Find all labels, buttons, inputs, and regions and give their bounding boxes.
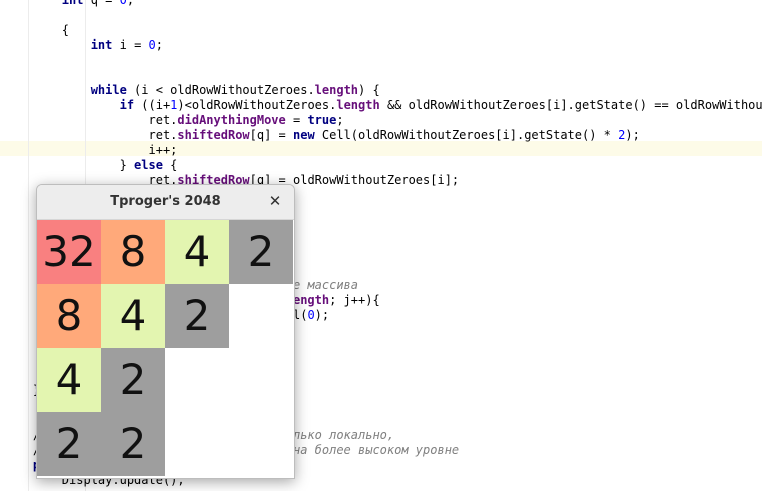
code-token: ((i+ bbox=[134, 98, 171, 112]
code-token: 0 bbox=[307, 308, 315, 322]
tile-empty bbox=[229, 412, 293, 476]
code-token: } bbox=[4, 383, 41, 397]
tile-2: 2 bbox=[101, 348, 165, 412]
code-line: while (i < oldRowWithoutZeroes.length) { bbox=[4, 83, 380, 98]
code-line: if ((i+1)<oldRowWithoutZeroes.length && … bbox=[4, 98, 762, 113]
code-token: if bbox=[119, 98, 135, 112]
code-line: } bbox=[4, 383, 40, 398]
code-token: ; bbox=[336, 113, 344, 127]
code-token: ); bbox=[625, 128, 640, 142]
close-icon[interactable]: ✕ bbox=[264, 190, 286, 212]
code-token: ); bbox=[314, 308, 330, 322]
indent-guide bbox=[28, 0, 29, 491]
tile-empty bbox=[229, 348, 293, 412]
code-token: shiftedRow bbox=[177, 128, 250, 142]
game-board: 32 8 4 2 8 4 2 4 2 2 2 bbox=[37, 220, 293, 476]
code-token: е массива bbox=[292, 278, 359, 292]
tile-2: 2 bbox=[229, 220, 293, 284]
code-token: = bbox=[285, 113, 308, 127]
code-token: 0 bbox=[148, 38, 156, 52]
window-title: Tproger's 2048 bbox=[110, 194, 221, 209]
tile-4: 4 bbox=[101, 284, 165, 348]
code-line: i++; bbox=[4, 143, 177, 158]
tile-8: 8 bbox=[37, 284, 101, 348]
code-token: лько локально, bbox=[292, 428, 395, 442]
code-line: { bbox=[4, 23, 69, 38]
code-token: && oldRowWithoutZeroes[i].getState() == … bbox=[379, 98, 762, 112]
code-token: new bbox=[293, 128, 315, 142]
code-token: length bbox=[314, 83, 359, 97]
tile-2: 2 bbox=[165, 284, 229, 348]
game-window: Tproger's 2048 ✕ 32 8 4 2 8 4 2 4 2 2 2 bbox=[36, 184, 295, 479]
code-token: didAnythingMove bbox=[177, 113, 286, 127]
tile-empty bbox=[165, 348, 229, 412]
code-token: 0 bbox=[119, 0, 127, 7]
code-token: ; j++){ bbox=[329, 293, 380, 307]
code-token: ; bbox=[155, 38, 163, 52]
code-token: } bbox=[4, 158, 135, 172]
code-token: Cell(oldRowWithoutZeroes[i].getState() * bbox=[314, 128, 619, 142]
code-token: i = bbox=[112, 38, 149, 52]
code-token: ret. bbox=[4, 113, 178, 127]
tile-4: 4 bbox=[37, 348, 101, 412]
code-token: q = bbox=[83, 0, 120, 7]
code-token: true bbox=[307, 113, 337, 127]
tile-empty bbox=[229, 284, 293, 348]
code-line: ret.shiftedRow[q] = new Cell(oldRowWitho… bbox=[4, 128, 640, 143]
code-token: i++; bbox=[4, 143, 178, 157]
code-line: } else { bbox=[4, 158, 178, 173]
window-titlebar[interactable]: Tproger's 2048 ✕ bbox=[37, 185, 294, 220]
code-token: ength bbox=[292, 293, 330, 307]
code-token: (i < oldRowWithoutZeroes. bbox=[126, 83, 315, 97]
tile-8: 8 bbox=[101, 220, 165, 284]
code-token: ) { bbox=[358, 83, 380, 97]
tile-2: 2 bbox=[101, 412, 165, 476]
code-line: ret.didAnythingMove = true; bbox=[4, 113, 344, 128]
code-token: { bbox=[4, 23, 70, 37]
code-token: ret. bbox=[4, 128, 178, 142]
code-token: int bbox=[90, 38, 113, 52]
code-token: { bbox=[162, 158, 178, 172]
code-token: [q] = bbox=[249, 128, 293, 142]
code-token: )<oldRowWithoutZeroes. bbox=[177, 98, 337, 112]
code-token: на более высоком уровне bbox=[292, 443, 460, 457]
code-token: length bbox=[336, 98, 380, 112]
code-token: while bbox=[90, 83, 127, 97]
tile-4: 4 bbox=[165, 220, 229, 284]
code-token: int bbox=[61, 0, 84, 7]
code-line: int q = 0; bbox=[4, 0, 134, 8]
tile-32: 32 bbox=[37, 220, 101, 284]
code-token: else bbox=[134, 158, 163, 172]
tile-2: 2 bbox=[37, 412, 101, 476]
code-line: int i = 0; bbox=[4, 38, 163, 53]
tile-empty bbox=[165, 412, 229, 476]
code-token: ; bbox=[126, 0, 135, 7]
